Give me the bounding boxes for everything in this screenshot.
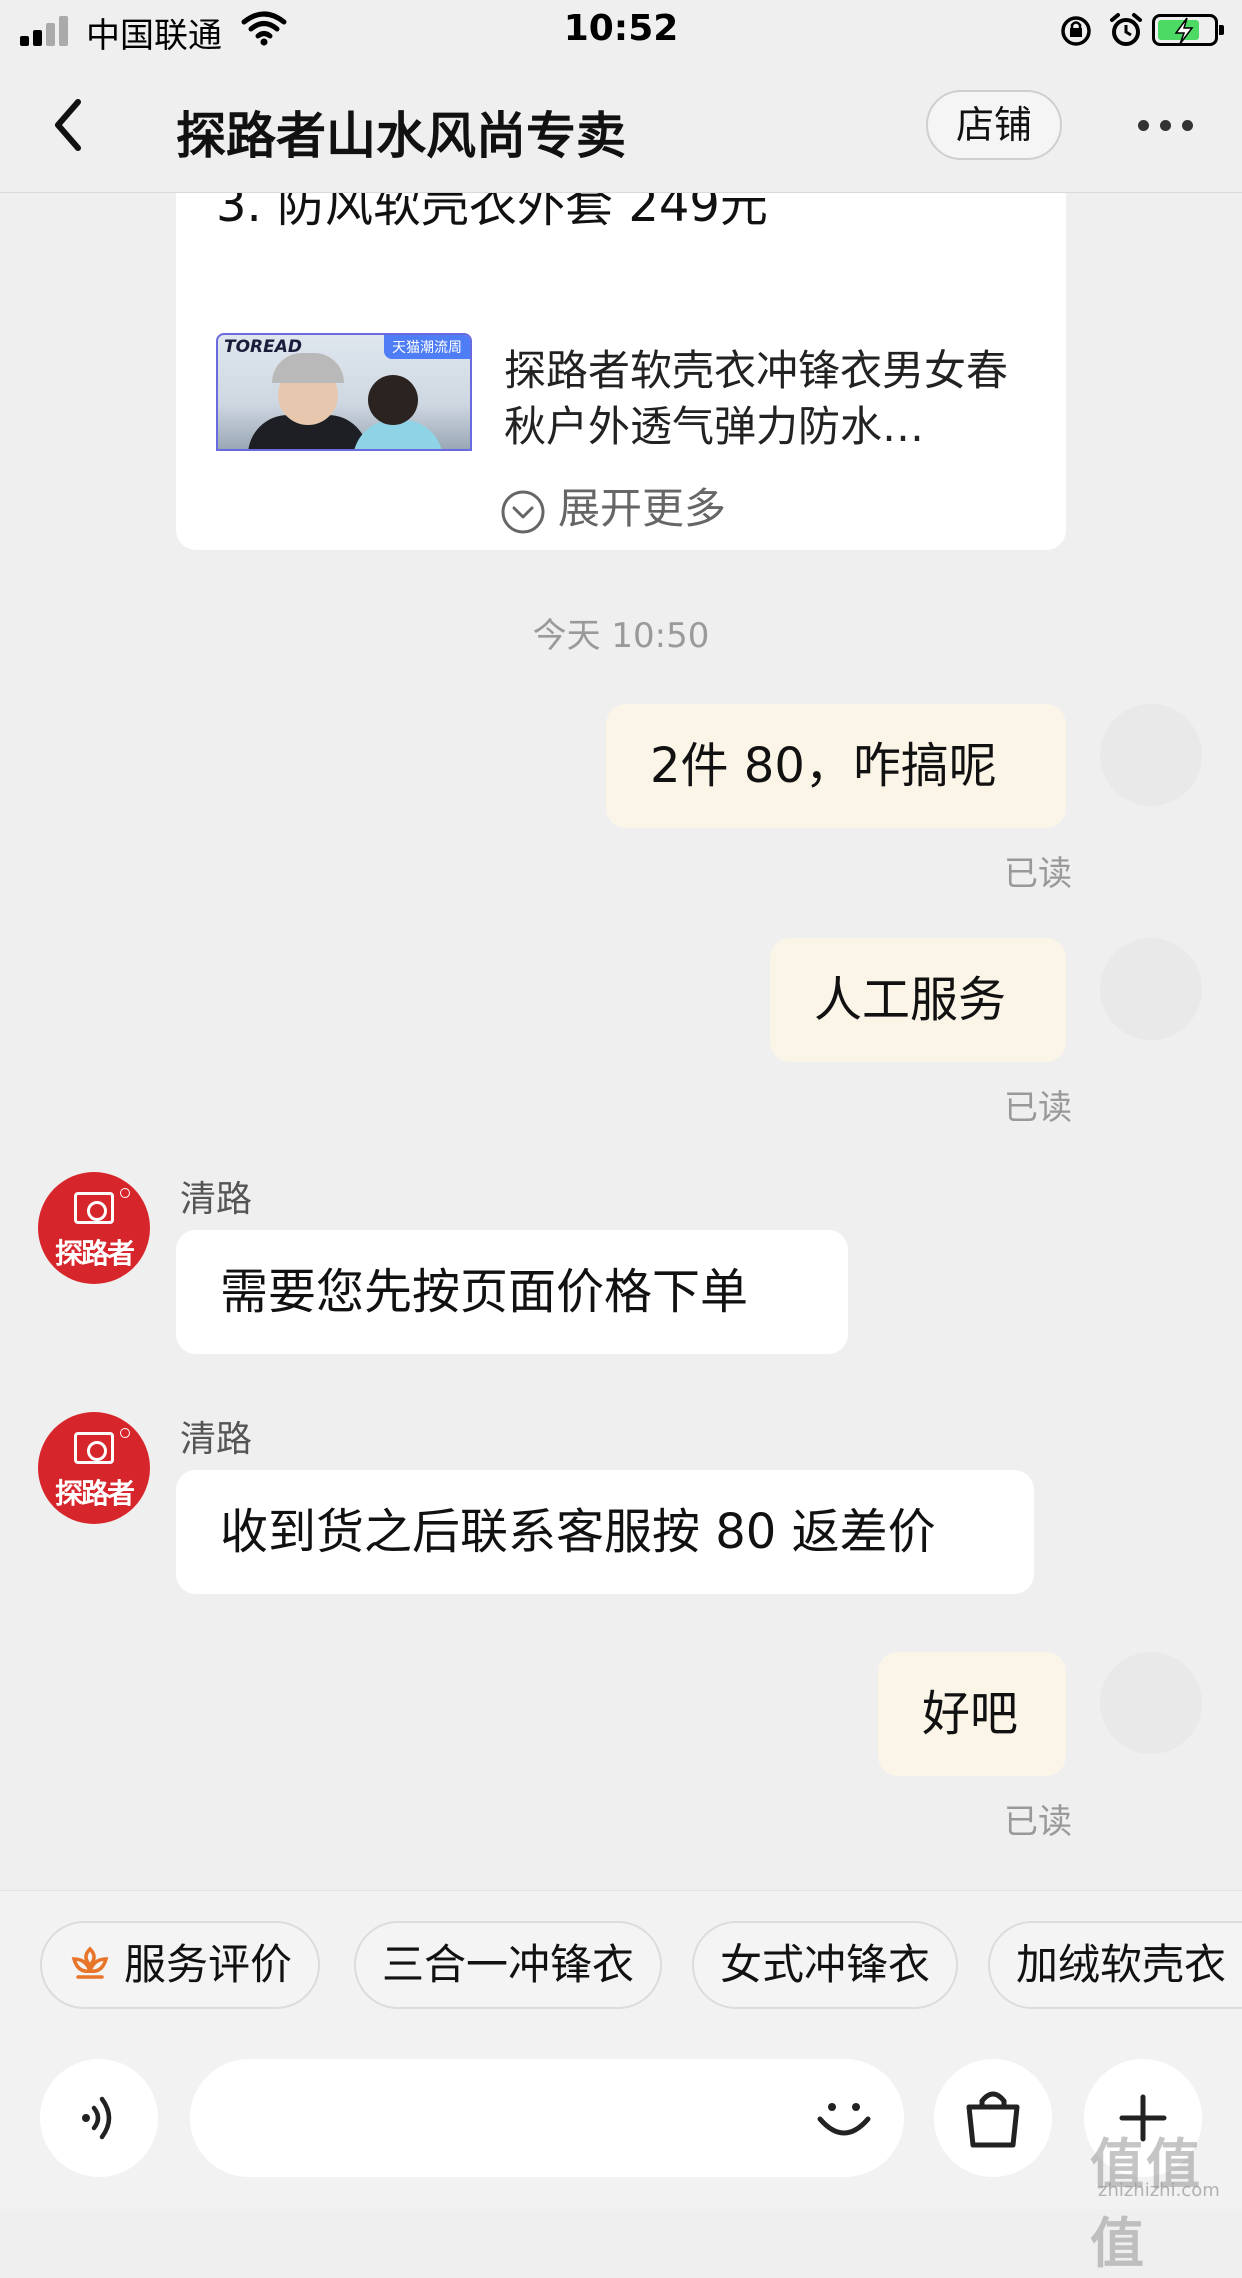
my-message-bubble[interactable]: 2件 80，咋搞呢 [606,704,1066,828]
shopping-bag-button[interactable] [934,2059,1052,2177]
my-avatar[interactable] [1100,938,1202,1040]
chevron-left-icon[interactable] [50,98,86,152]
product-thumbnail[interactable]: TOREAD 天猫潮流周 [216,333,472,451]
shop-message-bubble[interactable]: 收到货之后联系客服按 80 返差价 [176,1470,1034,1594]
rotation-lock-icon [1061,16,1091,46]
quick-reply-label: 加绒软壳衣 [1016,1940,1227,1989]
my-avatar[interactable] [1100,704,1202,806]
product-name[interactable]: 探路者软壳衣冲锋衣男女春秋户外透气弹力防水… [504,343,1034,455]
message-text: 人工服务 [814,972,1007,1028]
message-input[interactable] [190,2059,904,2177]
quick-reply-label: 女式冲锋衣 [720,1940,931,1989]
page-title: 探路者山水风尚专卖 [176,107,626,165]
quick-reply-label: 三合一冲锋衣 [382,1940,635,1989]
message-text: 好吧 [922,1686,1019,1742]
shop-avatar-text: 探路者 [54,1237,135,1270]
read-status: 已读 [1004,1088,1072,1128]
my-message-bubble[interactable]: 人工服务 [770,938,1066,1062]
watermark-url: zhizhizhi.com [1098,2180,1220,2201]
quick-reply-fleece-softshell[interactable]: 加绒软壳衣 [988,1921,1242,2009]
expand-more-label: 展开更多 [558,484,727,533]
shop-avatar[interactable]: 探路者 [38,1172,150,1284]
status-bar: 中国联通 10:52 [0,0,1242,62]
shop-message-bubble[interactable]: 需要您先按页面价格下单 [176,1230,848,1354]
thumb-brand: TOREAD [224,337,303,357]
message-text: 需要您先按页面价格下单 [220,1264,749,1320]
alarm-icon [1110,13,1142,46]
message-text: 收到货之后联系客服按 80 返差价 [220,1504,936,1560]
product-card[interactable]: 3. 防风软壳衣外套 249元 TOREAD 天猫潮流周 探路者软壳衣冲锋衣男女… [176,193,1066,550]
input-row [0,2059,1242,2209]
battery-icon [1152,14,1224,46]
message-text: 2件 80，咋搞呢 [650,738,997,794]
my-message-bubble[interactable]: 好吧 [878,1652,1066,1776]
bottom-panel: 服务评价 三合一冲锋衣 女式冲锋衣 加绒软壳衣 [0,1890,1242,2209]
shop-avatar-text: 探路者 [54,1477,135,1510]
flower-icon [71,1946,109,1979]
quick-reply-label: 服务评价 [124,1940,293,1989]
shop-avatar[interactable]: 探路者 [38,1412,150,1524]
chat-header: 探路者山水风尚专卖 店铺 [0,62,1242,193]
voice-button[interactable] [40,2059,158,2177]
my-avatar[interactable] [1100,1652,1202,1754]
read-status: 已读 [1004,1802,1072,1842]
sender-name: 清路 [180,1179,253,1220]
more-dots-icon[interactable] [1138,120,1194,132]
sender-name: 清路 [180,1419,253,1460]
shopping-bag-icon [966,2091,1020,2148]
voice-icon [82,2096,112,2140]
chevron-down-circle-icon [501,490,545,533]
quick-reply-service-rating[interactable]: 服务评价 [40,1921,321,2009]
expand-more-button[interactable]: 展开更多 [500,475,726,536]
quick-reply-three-in-one[interactable]: 三合一冲锋衣 [354,1921,663,2009]
thumb-tag: 天猫潮流周 [384,335,470,359]
status-time: 10:52 [563,8,679,49]
card-cut-text: 3. 防风软壳衣外套 249元 [216,193,768,233]
read-status: 已读 [1004,854,1072,894]
quick-reply-womens-jacket[interactable]: 女式冲锋衣 [692,1921,959,2009]
chat-timestamp: 今天 10:50 [532,616,710,656]
shop-button[interactable]: 店铺 [926,90,1062,160]
emoji-icon[interactable] [808,2081,880,2153]
